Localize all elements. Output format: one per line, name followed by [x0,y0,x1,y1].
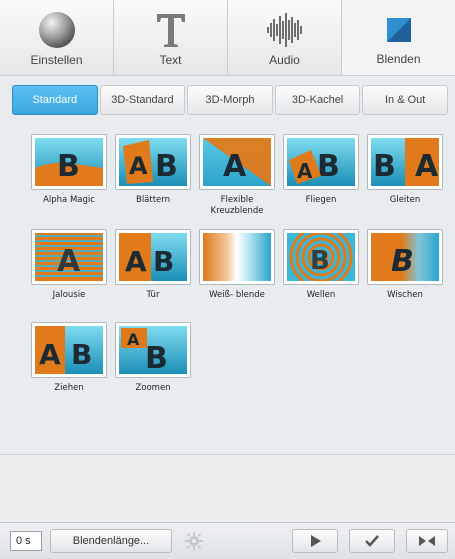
transition-ziehen[interactable]: A B Ziehen [31,322,107,394]
svg-text:B: B [391,244,414,279]
transition-fliegen[interactable]: B A Fliegen [283,134,359,206]
apply-all-button[interactable] [406,529,448,553]
svg-text:A: A [39,338,61,371]
apply-button[interactable] [349,529,395,553]
waveform-icon [263,10,307,50]
transition-wellen[interactable]: B Wellen [283,229,359,301]
svg-text:A: A [223,149,247,184]
bottom-toolbar: 0 s Blendenlänge... [0,522,455,559]
duration-field[interactable]: 0 s [10,531,42,551]
svg-text:B: B [155,149,178,184]
tab-standard[interactable]: Standard [12,85,98,115]
transition-zoomen[interactable]: A B Zoomen [115,322,191,394]
transition-tuer[interactable]: A B Tür [115,229,191,301]
transition-label: Tür [146,290,160,300]
category-tab-bar: Standard 3D-Standard 3D-Morph 3D-Kachel … [12,85,448,115]
tab-in-out[interactable]: In & Out [362,85,448,115]
tab-blenden[interactable]: Blenden [342,0,455,75]
transition-icon [377,10,421,50]
transition-label: Flexible Kreuzblende [210,195,264,216]
tab-3d-morph[interactable]: 3D-Morph [187,85,273,115]
alpha-magic-thumbnail: B [31,134,107,190]
fliegen-thumbnail: B A [283,134,359,190]
tab-label-audio: Audio [269,53,300,67]
check-icon [365,535,379,547]
gear-icon[interactable] [184,531,204,551]
apply-all-icon [419,536,435,546]
transition-label: Alpha Magic [43,195,95,205]
transition-label: Jalousie [52,290,86,300]
transition-label: Ziehen [54,383,84,393]
transition-alpha-magic[interactable]: B Alpha Magic [31,134,107,206]
transition-label: Wellen [306,290,336,300]
tab-text[interactable]: Text [114,0,228,75]
svg-text:B: B [317,149,340,184]
transition-wischen[interactable]: B Wischen [367,229,443,301]
gleiten-thumbnail: B A [367,134,443,190]
tab-label-einstellen: Einstellen [30,53,83,67]
transition-jalousie[interactable]: A Jalousie [31,229,107,301]
tab-audio[interactable]: Audio [228,0,342,75]
transition-label: Blättern [135,195,171,205]
transition-label: Zoomen [135,383,171,393]
svg-text:A: A [129,152,148,180]
svg-text:A: A [415,149,439,184]
svg-text:B: B [145,341,168,374]
svg-text:B: B [310,246,330,276]
transition-label: Gleiten [389,195,421,205]
transition-blaettern[interactable]: A B Blättern [115,134,191,206]
svg-text:A: A [297,159,313,183]
transition-grid: B Alpha Magic A B Blättern A Flexible Kr… [8,124,448,454]
svg-text:B: B [153,245,174,278]
svg-text:B: B [373,149,396,184]
wischen-thumbnail: B [367,229,443,285]
svg-text:A: A [127,330,140,349]
play-button[interactable] [292,529,338,553]
wellen-thumbnail: B [283,229,359,285]
transition-weiss-blende[interactable]: Weiß- blende [199,229,275,301]
sphere-icon [35,10,79,50]
jalousie-thumbnail: A [31,229,107,285]
svg-text:A: A [57,244,81,279]
transition-flexible-kreuzblende[interactable]: A Flexible Kreuzblende [199,134,275,217]
ziehen-thumbnail: A B [31,322,107,378]
svg-text:A: A [125,245,147,278]
transition-label: Wischen [387,290,423,300]
flexible-kreuzblende-thumbnail: A [199,134,275,190]
play-icon [311,535,321,547]
top-tab-bar: Einstellen Text Audio Blenden [0,0,455,76]
weiss-blende-thumbnail [199,229,275,285]
transition-gleiten[interactable]: B A Gleiten [367,134,443,206]
transition-label: Weiß- blende [209,290,265,300]
svg-text:B: B [71,338,92,371]
text-icon [149,10,193,50]
tab-label-blenden: Blenden [376,52,421,66]
transition-length-button[interactable]: Blendenlänge... [50,529,172,553]
tab-einstellen[interactable]: Einstellen [0,0,114,75]
properties-area [0,454,455,522]
tab-3d-kachel[interactable]: 3D-Kachel [274,85,361,115]
zoomen-thumbnail: A B [115,322,191,378]
transition-label: Fliegen [305,195,337,205]
tab-label-text: Text [159,53,182,67]
svg-text:B: B [57,149,80,184]
tab-3d-standard[interactable]: 3D-Standard [99,85,186,115]
tuer-thumbnail: A B [115,229,191,285]
blaettern-thumbnail: A B [115,134,191,190]
